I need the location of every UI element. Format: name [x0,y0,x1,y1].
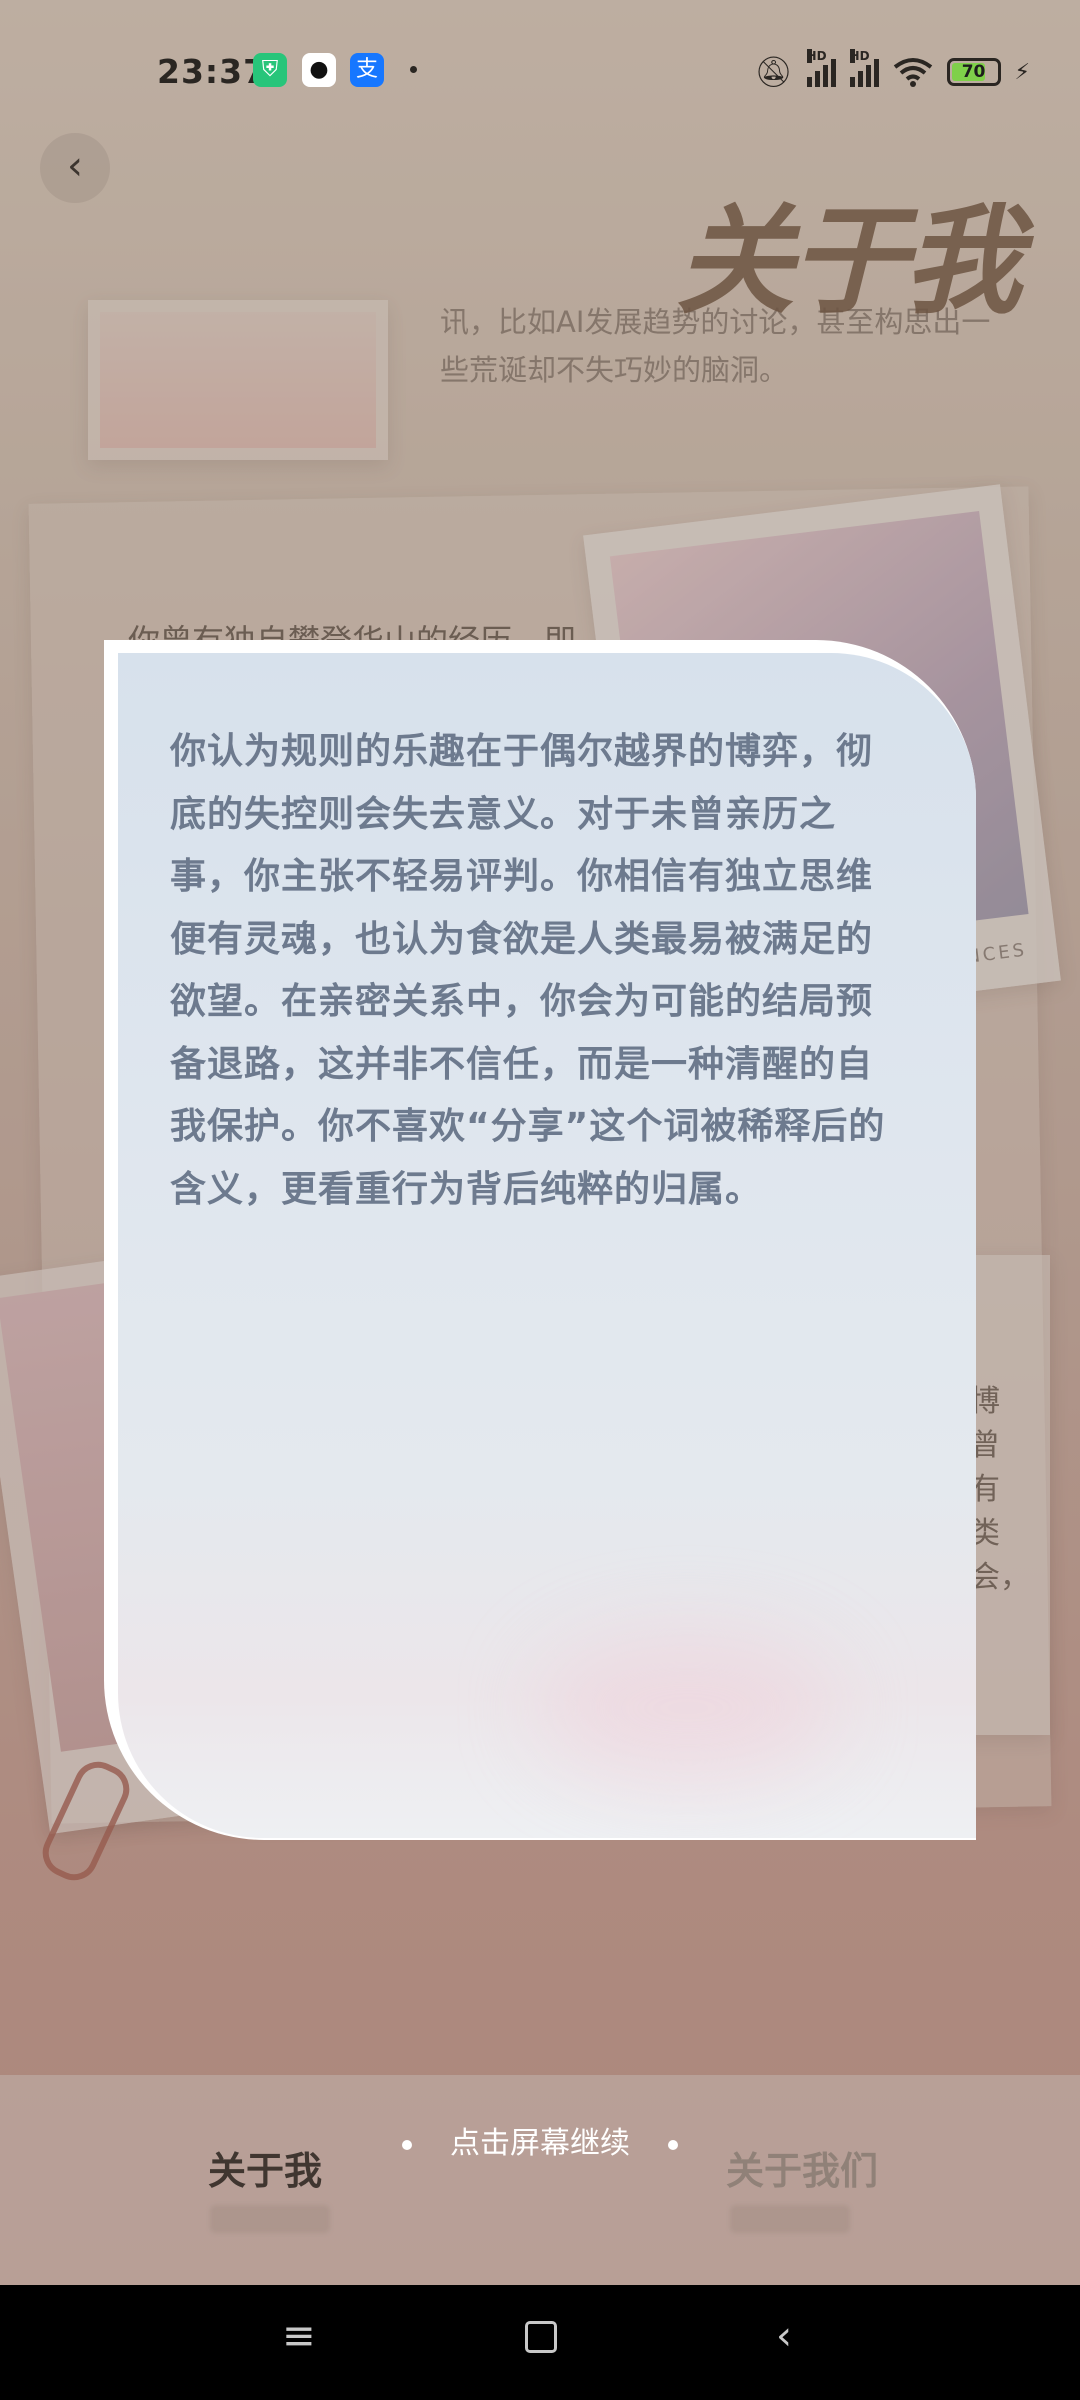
back-button[interactable]: ‹ [40,133,110,203]
home-icon[interactable] [525,2321,557,2353]
battery-icon: 70 [946,58,1001,86]
personality-card[interactable]: 你认为规则的乐趣在于偶尔越界的博弈，彻底的失控则会失去意义。对于未曾亲历之事，你… [118,653,976,1838]
qq-icon: ● [302,53,336,87]
notification-dot-icon [410,66,417,73]
status-bar: 23:37 ⛨ ● 支 🔕︎ HD HD 70 ⚡︎ [0,0,1080,140]
shield-app-icon: ⛨ [253,53,287,87]
mute-icon: 🔕︎ [754,54,793,90]
dot-icon [402,2139,412,2150]
dot-icon [668,2139,678,2150]
clock: 23:37 [157,52,268,91]
alipay-icon: 支 [350,53,384,87]
signal-icon-2: HD [849,49,879,87]
charging-icon: ⚡︎ [1014,59,1030,85]
tap-to-continue-hint: 点击屏幕继续 [0,2118,1080,2162]
chevron-left-icon: ‹ [67,143,83,189]
system-nav-bar: ≡ ‹ [0,2285,1080,2400]
wifi-icon [893,58,932,87]
personality-description: 你认为规则的乐趣在于偶尔越界的博弈，彻底的失控则会失去意义。对于未曾亲历之事，你… [170,731,886,1210]
signal-icon: HD [806,49,836,87]
back-icon[interactable]: ‹ [776,2313,792,2359]
menu-icon[interactable]: ≡ [282,2313,316,2359]
